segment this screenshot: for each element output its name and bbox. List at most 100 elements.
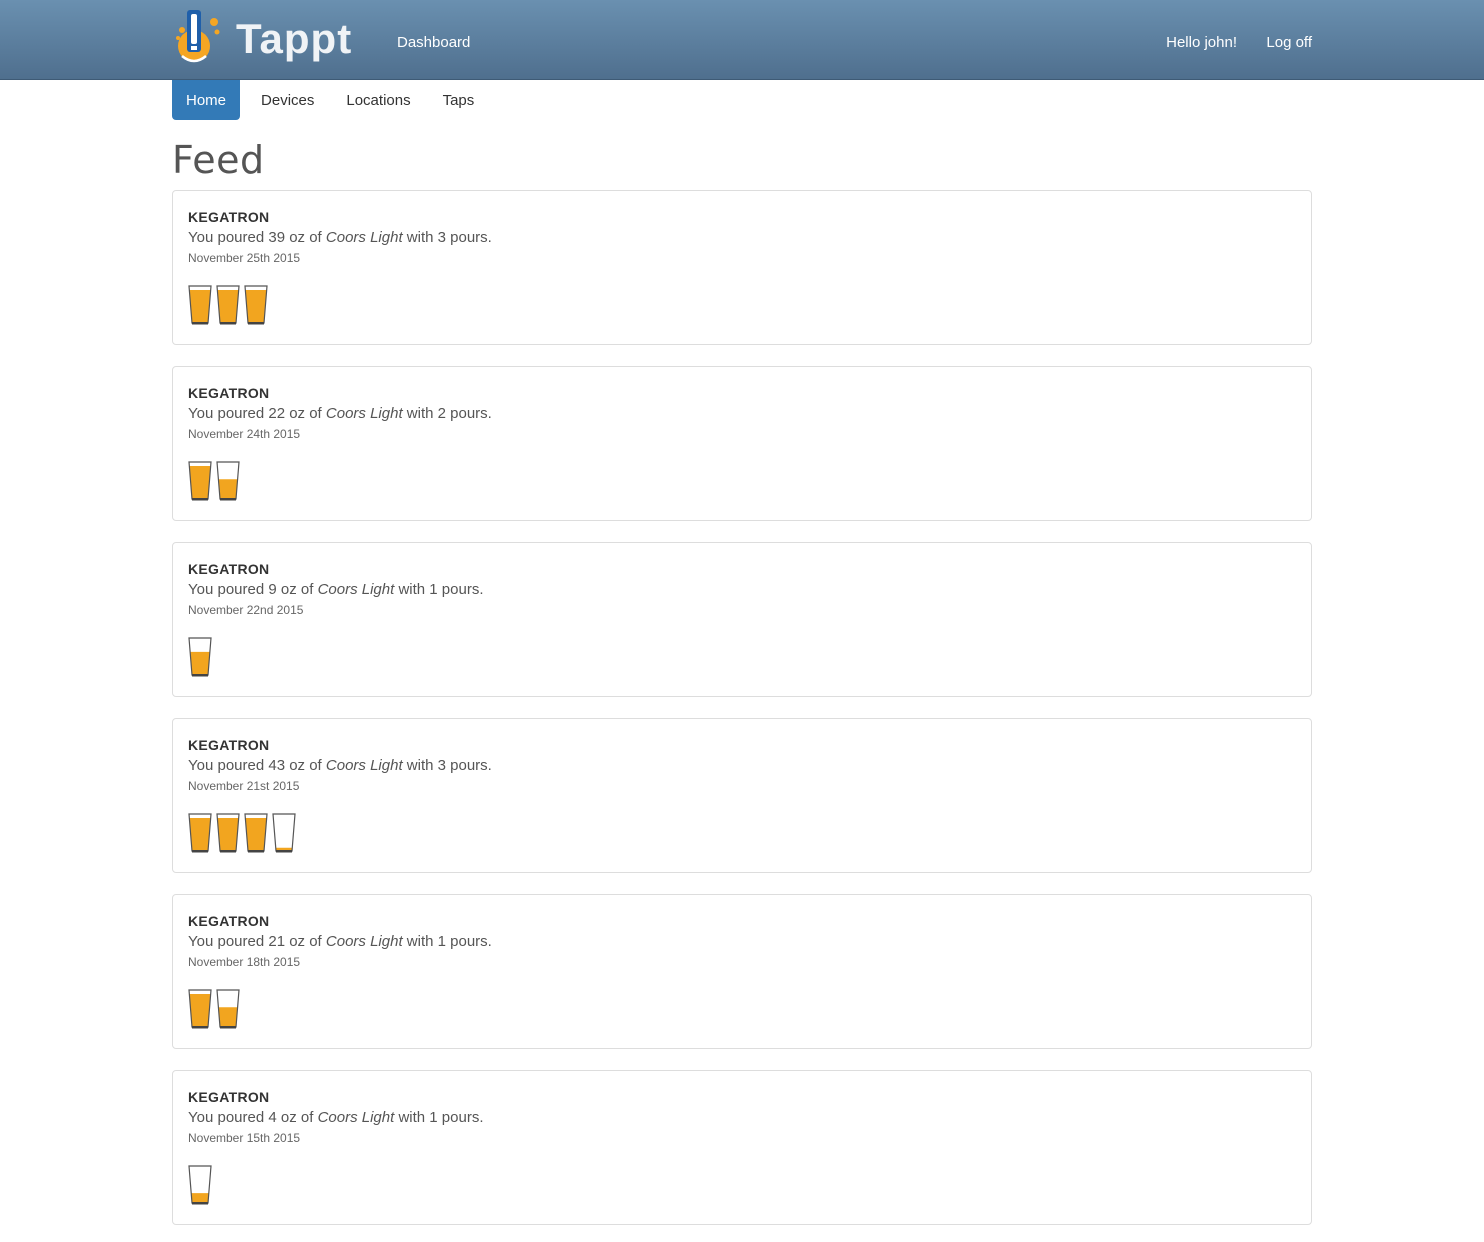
beer-glass-icon [188,461,212,501]
glass-base [192,850,208,853]
beer-glasses [188,285,1296,325]
beer-glass-icon [216,461,240,501]
feed-date: November 18th 2015 [188,955,301,969]
beer-glasses [188,461,1296,501]
pour-count-text: with 3 pours. [406,757,492,774]
page-title: Feed [172,138,265,182]
tab-devices[interactable]: Devices [244,80,328,120]
brand-name: Tappt [236,15,353,62]
beer-fill [218,479,238,499]
pour-count-text: with 1 pours. [406,933,492,950]
feed-pour-summary: You poured 39 oz of Coors Light with 3 p… [188,229,1296,246]
beer-glass-icon [188,1165,212,1205]
nav-logoff-link[interactable]: Log off [1266,34,1312,51]
beer-glass-icon [188,989,212,1029]
feed-device-name: KEGATRON [188,737,270,753]
feed-pour-summary: You poured 21 oz of Coors Light with 1 p… [188,933,1296,950]
brand-home-link[interactable]: Tappt [172,8,352,70]
beer-glasses [188,1165,1296,1205]
beer-glass-icon [244,813,268,853]
pour-count-text: with 2 pours. [406,405,492,422]
tab-home[interactable]: Home [172,80,241,120]
glass-base [192,1026,208,1029]
feed-pour-summary: You poured 4 oz of Coors Light with 1 po… [188,1109,1296,1126]
beer-glasses [188,989,1296,1029]
beer-glass-icon [188,285,212,325]
glass-base [276,850,292,853]
beer-name: Coors Light [325,757,403,774]
glass-outline [272,813,296,852]
feed-card: KEGATRON You poured 4 oz of Coors Light w… [172,1070,1312,1225]
beer-glass-icon [188,637,212,677]
beer-name: Coors Light [325,405,403,422]
glass-base [220,850,236,853]
pour-amount-text: You poured 21 oz of [188,933,322,950]
beer-fill [245,818,267,851]
beer-glass-icon [272,813,296,853]
feed-device-name: KEGATRON [188,385,270,401]
feed-pour-summary: You poured 22 oz of Coors Light with 2 p… [188,405,1296,422]
glass-base [192,322,208,325]
feed-card: KEGATRON You poured 22 oz of Coors Light … [172,366,1312,521]
feed-date: November 25th 2015 [188,251,301,265]
navbar-inner: Tappt Dashboard Hello john! Log off [172,0,1312,79]
beer-fill [189,994,211,1027]
pour-count-text: with 1 pours. [398,581,484,598]
tab-locations[interactable]: Locations [332,80,424,120]
feed-pour-summary: You poured 43 oz of Coors Light with 3 p… [188,757,1296,774]
feed-card: KEGATRON You poured 21 oz of Coors Light … [172,894,1312,1049]
glass-base [220,498,236,501]
beer-glass-icon [216,813,240,853]
beer-name: Coors Light [325,229,403,246]
beer-fill [218,1007,238,1027]
beer-glass-icon [188,813,212,853]
beer-fill [190,651,210,675]
beer-fill [217,818,239,851]
feed-card: KEGATRON You poured 43 oz of Coors Light … [172,718,1312,873]
pour-amount-text: You poured 4 oz of [188,1109,314,1126]
top-navbar: Tappt Dashboard Hello john! Log off [0,0,1484,80]
feed-device-name: KEGATRON [188,209,270,225]
feed-date: November 21st 2015 [188,779,300,793]
beer-fill [245,290,267,323]
pour-count-text: with 1 pours. [398,1109,484,1126]
pour-count-text: with 3 pours. [406,229,492,246]
feed-pour-summary: You poured 9 oz of Coors Light with 1 po… [188,581,1296,598]
glass-base [248,322,264,325]
nav-dashboard-link[interactable]: Dashboard [397,34,470,51]
beer-glass-icon [216,989,240,1029]
beer-glass-icon [216,285,240,325]
beer-fill [217,290,239,323]
feed-date: November 15th 2015 [188,1131,301,1145]
nav-user-greeting-link[interactable]: Hello john! [1166,34,1237,51]
beer-glass-icon [244,285,268,325]
beer-fill [191,1193,209,1203]
glass-base [220,1026,236,1029]
feed-date: November 22nd 2015 [188,603,304,617]
glass-base [192,498,208,501]
glass-base [220,322,236,325]
beer-glasses [188,813,1296,853]
pour-amount-text: You poured 22 oz of [188,405,322,422]
beer-fill [189,818,211,851]
beer-name: Coors Light [325,933,403,950]
glass-base [192,674,208,677]
beer-name: Coors Light [317,581,395,598]
glass-base [192,1202,208,1205]
pour-amount-text: You poured 39 oz of [188,229,322,246]
pour-amount-text: You poured 43 oz of [188,757,322,774]
feed-device-name: KEGATRON [188,561,270,577]
beer-fill [189,290,211,323]
beer-glasses [188,637,1296,677]
tappt-logo-icon [176,10,220,63]
glass-base [248,850,264,853]
main-content: Feed KEGATRON You poured 39 oz of Coors L… [172,138,1312,1225]
feed-device-name: KEGATRON [188,1089,270,1105]
section-tabs: Home Devices Locations Taps [172,80,1312,120]
tab-taps[interactable]: Taps [429,80,489,120]
feed-list: KEGATRON You poured 39 oz of Coors Light … [172,190,1312,1225]
beer-fill [189,466,211,499]
feed-card: KEGATRON You poured 39 oz of Coors Light … [172,190,1312,345]
feed-date: November 24th 2015 [188,427,301,441]
feed-card: KEGATRON You poured 9 oz of Coors Light w… [172,542,1312,697]
